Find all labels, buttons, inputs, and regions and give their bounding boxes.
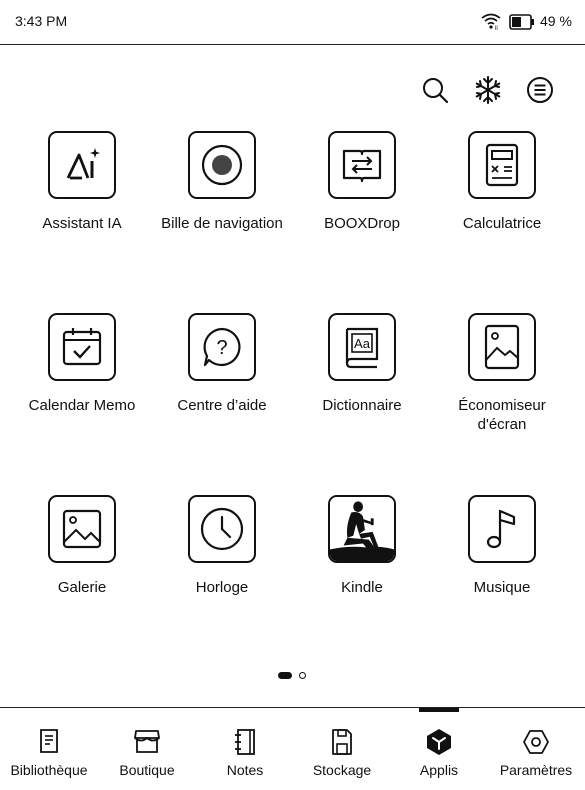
booxdrop-icon xyxy=(328,131,396,199)
nav-label: Stockage xyxy=(312,762,372,778)
ai-assistant-icon xyxy=(48,131,116,199)
nav-notes[interactable]: Notes xyxy=(196,708,294,790)
app-label: Galerie xyxy=(57,579,107,596)
app-assistant-ia[interactable]: Assistant IA xyxy=(12,131,152,233)
apps-icon xyxy=(427,729,451,755)
nav-label: Boutique xyxy=(119,762,175,778)
library-icon xyxy=(40,729,58,753)
app-label: Économiseur d'écran xyxy=(458,397,546,433)
settings-icon xyxy=(523,730,549,754)
page-indicator[interactable] xyxy=(299,672,306,679)
app-label: Centre d’aide xyxy=(177,397,267,414)
svg-text:?: ? xyxy=(216,337,227,359)
nav-label: Notes xyxy=(226,762,264,778)
app-label: Dictionnaire xyxy=(322,397,402,414)
screensaver-icon xyxy=(468,313,536,381)
nav-ball-icon xyxy=(188,131,256,199)
app-booxdrop[interactable]: BOOXDrop xyxy=(292,131,432,233)
battery-percentage: 49 % xyxy=(540,13,572,29)
nav-label: Bibliothèque xyxy=(10,762,88,778)
page-indicator-active[interactable] xyxy=(278,672,292,679)
app-musique[interactable]: Musique xyxy=(432,495,572,597)
kindle-icon xyxy=(328,495,396,563)
shop-icon xyxy=(134,730,160,753)
app-label: Musique xyxy=(473,579,531,596)
nav-boutique[interactable]: Boutique xyxy=(98,708,196,790)
nav-applis[interactable]: Applis xyxy=(390,708,488,790)
svg-text:Aa: Aa xyxy=(354,336,371,351)
dictionary-icon: Aa xyxy=(328,313,396,381)
app-calculatrice[interactable]: Calculatrice xyxy=(432,131,572,233)
clock-icon xyxy=(188,495,256,563)
app-label: Horloge xyxy=(195,579,249,596)
nav-bibliotheque[interactable]: Bibliothèque xyxy=(0,708,98,790)
app-dictionnaire[interactable]: Aa Dictionnaire xyxy=(292,313,432,415)
app-label: Assistant IA xyxy=(42,215,122,232)
app-galerie[interactable]: Galerie xyxy=(12,495,152,597)
calendar-icon xyxy=(48,313,116,381)
snowflake-icon[interactable] xyxy=(473,75,503,105)
svg-text:ll: ll xyxy=(495,26,498,30)
app-bille-de-navigation[interactable]: Bille de navigation xyxy=(152,131,292,233)
app-economiseur-d-ecran[interactable]: Économiseur d'écran xyxy=(432,313,572,434)
app-label: Calculatrice xyxy=(462,215,542,232)
app-kindle[interactable]: Kindle xyxy=(292,495,432,597)
status-time: 3:43 PM xyxy=(15,13,68,29)
app-horloge[interactable]: Horloge xyxy=(152,495,292,597)
search-icon[interactable] xyxy=(420,75,450,105)
wifi-icon: ll xyxy=(480,12,502,35)
nav-stockage[interactable]: Stockage xyxy=(293,708,391,790)
nav-label: Paramètres xyxy=(499,762,573,778)
music-icon xyxy=(468,495,536,563)
nav-label: Applis xyxy=(419,762,459,778)
app-label: Bille de navigation xyxy=(161,215,283,232)
nav-parametres[interactable]: Paramètres xyxy=(487,708,585,790)
app-label: Calendar Memo xyxy=(28,397,136,414)
status-bar: 3:43 PM ll 49 % xyxy=(0,0,585,45)
app-centre-d-aide[interactable]: ? Centre d’aide xyxy=(152,313,292,415)
bottom-navigation: Bibliothèque Boutique Notes Stockage App… xyxy=(0,707,585,790)
menu-icon[interactable] xyxy=(525,75,555,105)
storage-icon xyxy=(332,729,352,755)
calculator-icon xyxy=(468,131,536,199)
battery-icon xyxy=(509,14,535,35)
notes-icon xyxy=(235,729,255,755)
app-calendar-memo[interactable]: Calendar Memo xyxy=(12,313,152,415)
app-label: Kindle xyxy=(341,579,383,596)
help-icon: ? xyxy=(188,313,256,381)
app-label: BOOXDrop xyxy=(324,215,400,232)
gallery-icon xyxy=(48,495,116,563)
